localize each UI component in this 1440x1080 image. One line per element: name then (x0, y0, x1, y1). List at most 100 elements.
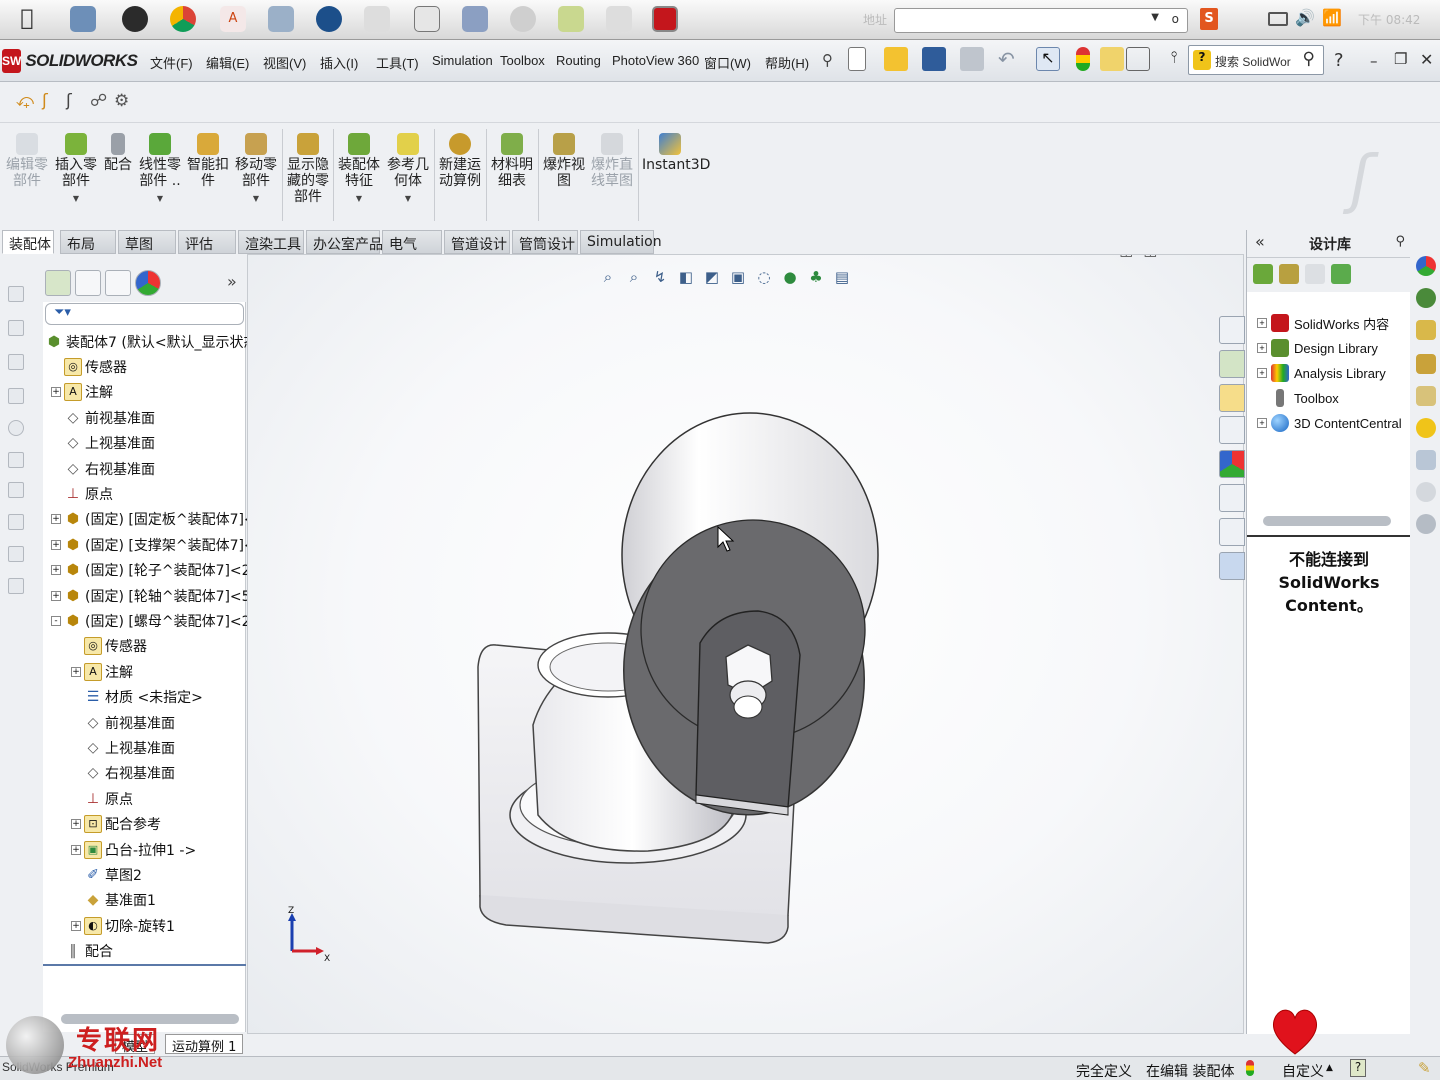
feature-manager-tab-icon[interactable] (45, 270, 71, 296)
instant3d-button[interactable]: Instant3D (642, 133, 710, 173)
palette-icon[interactable] (1416, 354, 1436, 374)
tree-item[interactable]: ☰ 材质 <未指定> (71, 686, 203, 708)
tab-simulation[interactable]: Simulation (580, 230, 662, 254)
expand-panel-icon[interactable]: » (227, 272, 237, 291)
volume-icon[interactable]: 🔊 (1295, 8, 1315, 27)
units-arrow-icon[interactable]: ▲ (1326, 1063, 1333, 1073)
library-item-solidworks-content[interactable]: + SolidWorks 内容 (1257, 312, 1389, 334)
refresh-icon[interactable] (1331, 264, 1351, 284)
property-manager-tab-icon[interactable] (75, 270, 101, 296)
expand-toggle-icon[interactable]: + (71, 819, 81, 830)
sketch-tool-5-icon[interactable]: ⚙ (114, 91, 134, 113)
tab-sketch[interactable]: 草图 (118, 230, 176, 254)
address-input[interactable]: ▼ o (894, 8, 1188, 33)
exploded-view-button[interactable]: 爆炸视 图 (542, 133, 586, 189)
scene-icon[interactable] (1416, 288, 1436, 308)
clock[interactable]: 下午 08:42 (1358, 11, 1420, 28)
add-to-library-icon[interactable] (1253, 264, 1273, 284)
insert-component-button[interactable]: 插入零 部件 ▼ (54, 133, 98, 207)
strip-tool-10-icon[interactable] (8, 578, 24, 594)
expand-icon[interactable]: + (1257, 368, 1267, 378)
app2-icon[interactable] (268, 6, 294, 32)
database-icon[interactable] (1416, 320, 1436, 340)
library-horizontal-scrollbar[interactable] (1263, 516, 1391, 526)
app5-icon[interactable] (462, 6, 488, 32)
filter-icon[interactable]: ⏷▾ (54, 305, 71, 320)
strip-tool-7-icon[interactable] (8, 482, 24, 498)
design-library-tab-icon[interactable] (1219, 350, 1245, 378)
tree-item[interactable]: - ⬢ (固定) [螺母^装配体7]<2> - (51, 610, 272, 632)
menu-tools[interactable]: 工具(T) (376, 53, 419, 72)
strip-tool-6-icon[interactable] (8, 452, 24, 468)
tree-item[interactable]: ◇ 右视基准面 (71, 762, 175, 784)
tree-item[interactable]: + ⬢ (固定) [支撑架^装配体7]<1> (51, 534, 276, 556)
tab-evaluate[interactable]: 评估 (178, 230, 236, 254)
tree-item[interactable]: ◇ 上视基准面 (51, 432, 155, 454)
tab-electrical[interactable]: 电气 (382, 230, 442, 254)
tree-item[interactable]: ‖ 配合 (51, 940, 113, 962)
strip-tool-4-icon[interactable] (8, 388, 24, 404)
tree-filter-input[interactable]: ⏷▾ (45, 303, 244, 325)
print-icon[interactable] (960, 47, 984, 71)
light-icon[interactable] (1416, 418, 1436, 438)
expand-toggle-icon[interactable]: + (51, 387, 61, 398)
tree-item[interactable]: ⊥ 原点 (71, 788, 133, 810)
expand-toggle-icon[interactable]: + (51, 539, 61, 550)
menu-routing[interactable]: Routing (556, 53, 601, 68)
collapse-pane-icon[interactable]: « (1255, 232, 1265, 251)
dropdown-arrow-icon[interactable]: ▼ (386, 191, 430, 207)
view-palette-tab-icon[interactable] (1219, 518, 1245, 546)
tree-item[interactable]: + ◐ 切除-旋转1 (71, 915, 175, 937)
dropdown-arrow-icon[interactable]: ▼ (138, 191, 182, 207)
solidworks-logo[interactable]: SW SOLIDWORKS (2, 45, 138, 77)
app6-icon[interactable] (510, 6, 536, 32)
menu-file[interactable]: 文件(F) (150, 53, 193, 72)
menu-help[interactable]: 帮助(H) (765, 53, 809, 72)
search-input[interactable]: 搜索 SolidWor (1215, 53, 1291, 70)
move-component-button[interactable]: 移动零 部件 ▼ (234, 133, 278, 207)
tree-item[interactable]: + A 注解 (71, 661, 133, 683)
expand-toggle-icon[interactable]: + (51, 565, 61, 576)
expand-toggle-icon[interactable]: + (51, 514, 61, 525)
appearance-sphere-icon[interactable] (1416, 256, 1436, 276)
undo-icon[interactable]: ↶ (998, 47, 1022, 71)
open-icon[interactable] (884, 47, 908, 71)
menu-simulation[interactable]: Simulation (432, 53, 493, 68)
menu-toolbox[interactable]: Toolbox (500, 53, 545, 68)
tree-item[interactable]: + ⬢ (固定) [固定板^装配体7]<1> (51, 508, 276, 530)
show-hidden-components-button[interactable]: 显示隐 藏的零 部件 (286, 133, 330, 205)
sketch-tool-4-icon[interactable]: ☍ (90, 91, 110, 113)
appearances-tab-icon[interactable] (1219, 450, 1245, 478)
solidworks-icon[interactable] (652, 6, 678, 32)
dropdown-arrow-icon[interactable]: ▼ (337, 191, 381, 207)
tree-item[interactable]: ✐ 草图2 (71, 864, 142, 886)
menu-window[interactable]: 窗口(W) (704, 53, 751, 72)
menu-insert[interactable]: 插入(I) (320, 53, 358, 72)
options-icon[interactable] (1126, 47, 1150, 71)
tree-item[interactable]: ◇ 右视基准面 (51, 458, 155, 480)
dropdown-arrow-icon[interactable]: ▼ (54, 191, 98, 207)
tree-item[interactable]: ◇ 前视基准面 (71, 712, 175, 734)
tab-layout[interactable]: 布局 (60, 230, 116, 254)
strip-tool-8-icon[interactable] (8, 514, 24, 530)
options-icon[interactable] (1416, 514, 1436, 534)
mate-button[interactable]: 配合 (102, 133, 134, 173)
smart-fasteners-button[interactable]: 智能扣 件 (186, 133, 230, 189)
file-explorer-tab-icon[interactable] (1219, 384, 1245, 412)
rebuild-indicator-icon[interactable] (1246, 1060, 1254, 1076)
library-item-toolbox[interactable]: Toolbox (1257, 387, 1339, 409)
new-motion-study-button[interactable]: 新建运 动算例 (438, 133, 482, 189)
strip-tool-5-icon[interactable] (8, 420, 24, 436)
search-box[interactable]: ? 搜索 SolidWor ⚲ (1188, 45, 1324, 75)
expand-icon[interactable]: + (1257, 343, 1267, 353)
sw-resources-tab-icon[interactable] (1219, 316, 1245, 344)
expand-toggle-icon[interactable]: - (51, 616, 61, 626)
tree-root-assembly[interactable]: ⬢ 装配体7 (默认<默认_显示状态-1 (45, 331, 272, 353)
bill-of-materials-button[interactable]: 材料明 细表 (490, 133, 534, 189)
expand-toggle-icon[interactable]: + (71, 666, 81, 677)
pin-pane-icon[interactable]: ⚲ (1395, 234, 1405, 249)
motion-tab-icon[interactable] (1219, 552, 1245, 580)
custom-properties-tab-icon[interactable] (1219, 484, 1245, 512)
heart-icon[interactable] (1268, 1004, 1322, 1058)
tab-motion-study-1[interactable]: 运动算例 1 (165, 1034, 244, 1055)
